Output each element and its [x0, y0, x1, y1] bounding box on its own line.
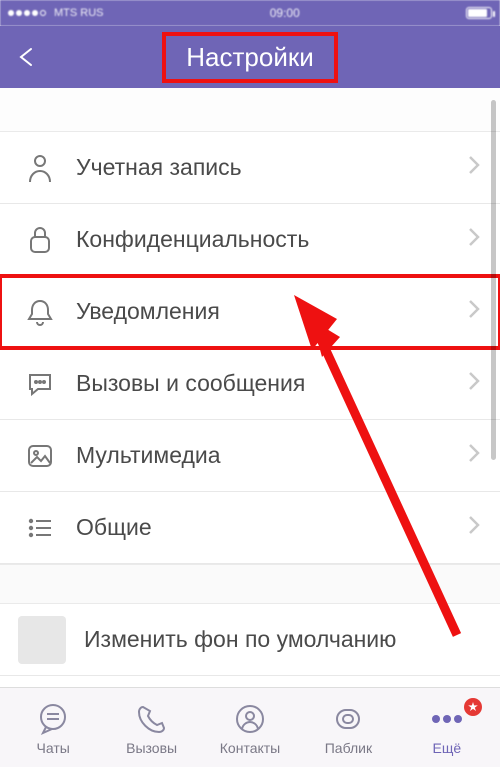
settings-row-label: Общие [76, 514, 468, 541]
title-highlight-box: Настройки [162, 32, 338, 83]
phone-icon [136, 702, 168, 736]
settings-row-label: Уведомления [76, 298, 468, 325]
settings-row-label: Мультимедиа [76, 442, 468, 469]
settings-row-media[interactable]: Мультимедиа [0, 420, 500, 492]
tab-contacts[interactable]: Контакты [201, 702, 299, 756]
tab-label: Чаты [37, 740, 70, 756]
chevron-right-icon [468, 515, 480, 540]
back-button[interactable] [10, 39, 46, 75]
settings-row-label: Конфиденциальность [76, 226, 468, 253]
image-icon [22, 443, 58, 469]
nav-bar: Настройки [0, 26, 500, 88]
tab-bar: Чаты Вызовы Контакты Паблик Ещё [0, 687, 500, 767]
chevron-right-icon [468, 227, 480, 252]
tab-public[interactable]: Паблик [299, 702, 397, 756]
tab-label: Паблик [325, 740, 372, 756]
section-gap [0, 564, 500, 604]
chevron-right-icon [468, 299, 480, 324]
battery-icon [466, 7, 492, 19]
chevron-right-icon [468, 443, 480, 468]
settings-row-notifications[interactable]: Уведомления [0, 276, 500, 348]
settings-row-label: Изменить фон по умолчанию [84, 626, 484, 653]
list-icon [22, 517, 58, 539]
tab-label: Ещё [433, 740, 462, 756]
status-time: 09:00 [104, 6, 467, 20]
chevron-right-icon [468, 371, 480, 396]
status-right [466, 7, 492, 19]
scrollbar[interactable] [491, 100, 496, 460]
lock-icon [22, 225, 58, 255]
page-title: Настройки [166, 36, 334, 79]
public-icon [332, 702, 364, 736]
bell-icon [22, 297, 58, 327]
chat-bubble-icon [22, 370, 58, 398]
tab-label: Контакты [220, 740, 280, 756]
settings-row-general[interactable]: Общие [0, 492, 500, 564]
back-arrow-icon [16, 45, 40, 69]
notification-badge [464, 698, 482, 716]
tab-more[interactable]: Ещё [398, 702, 496, 756]
section-gap [0, 88, 500, 132]
chat-icon [36, 702, 70, 736]
tab-label: Вызовы [126, 740, 177, 756]
background-thumbnail [18, 616, 66, 664]
status-bar: MTS RUS 09:00 [0, 0, 500, 26]
settings-row-privacy[interactable]: Конфиденциальность [0, 204, 500, 276]
contact-icon [234, 702, 266, 736]
more-icon [430, 702, 464, 736]
settings-row-label: Вызовы и сообщения [76, 370, 468, 397]
settings-row-background[interactable]: Изменить фон по умолчанию [0, 604, 500, 676]
app-screen: MTS RUS 09:00 Настройки Учетная запись [0, 0, 500, 767]
person-icon [22, 153, 58, 183]
carrier-label: MTS RUS [54, 7, 104, 19]
tab-chats[interactable]: Чаты [4, 702, 102, 756]
settings-row-label: Учетная запись [76, 154, 468, 181]
settings-row-account[interactable]: Учетная запись [0, 132, 500, 204]
status-left: MTS RUS [8, 7, 104, 19]
signal-dots-icon [8, 10, 46, 16]
settings-row-calls-messages[interactable]: Вызовы и сообщения [0, 348, 500, 420]
chevron-right-icon [468, 155, 480, 180]
tab-calls[interactable]: Вызовы [102, 702, 200, 756]
settings-list: Учетная запись Конфиденциальность Уведом… [0, 132, 500, 564]
